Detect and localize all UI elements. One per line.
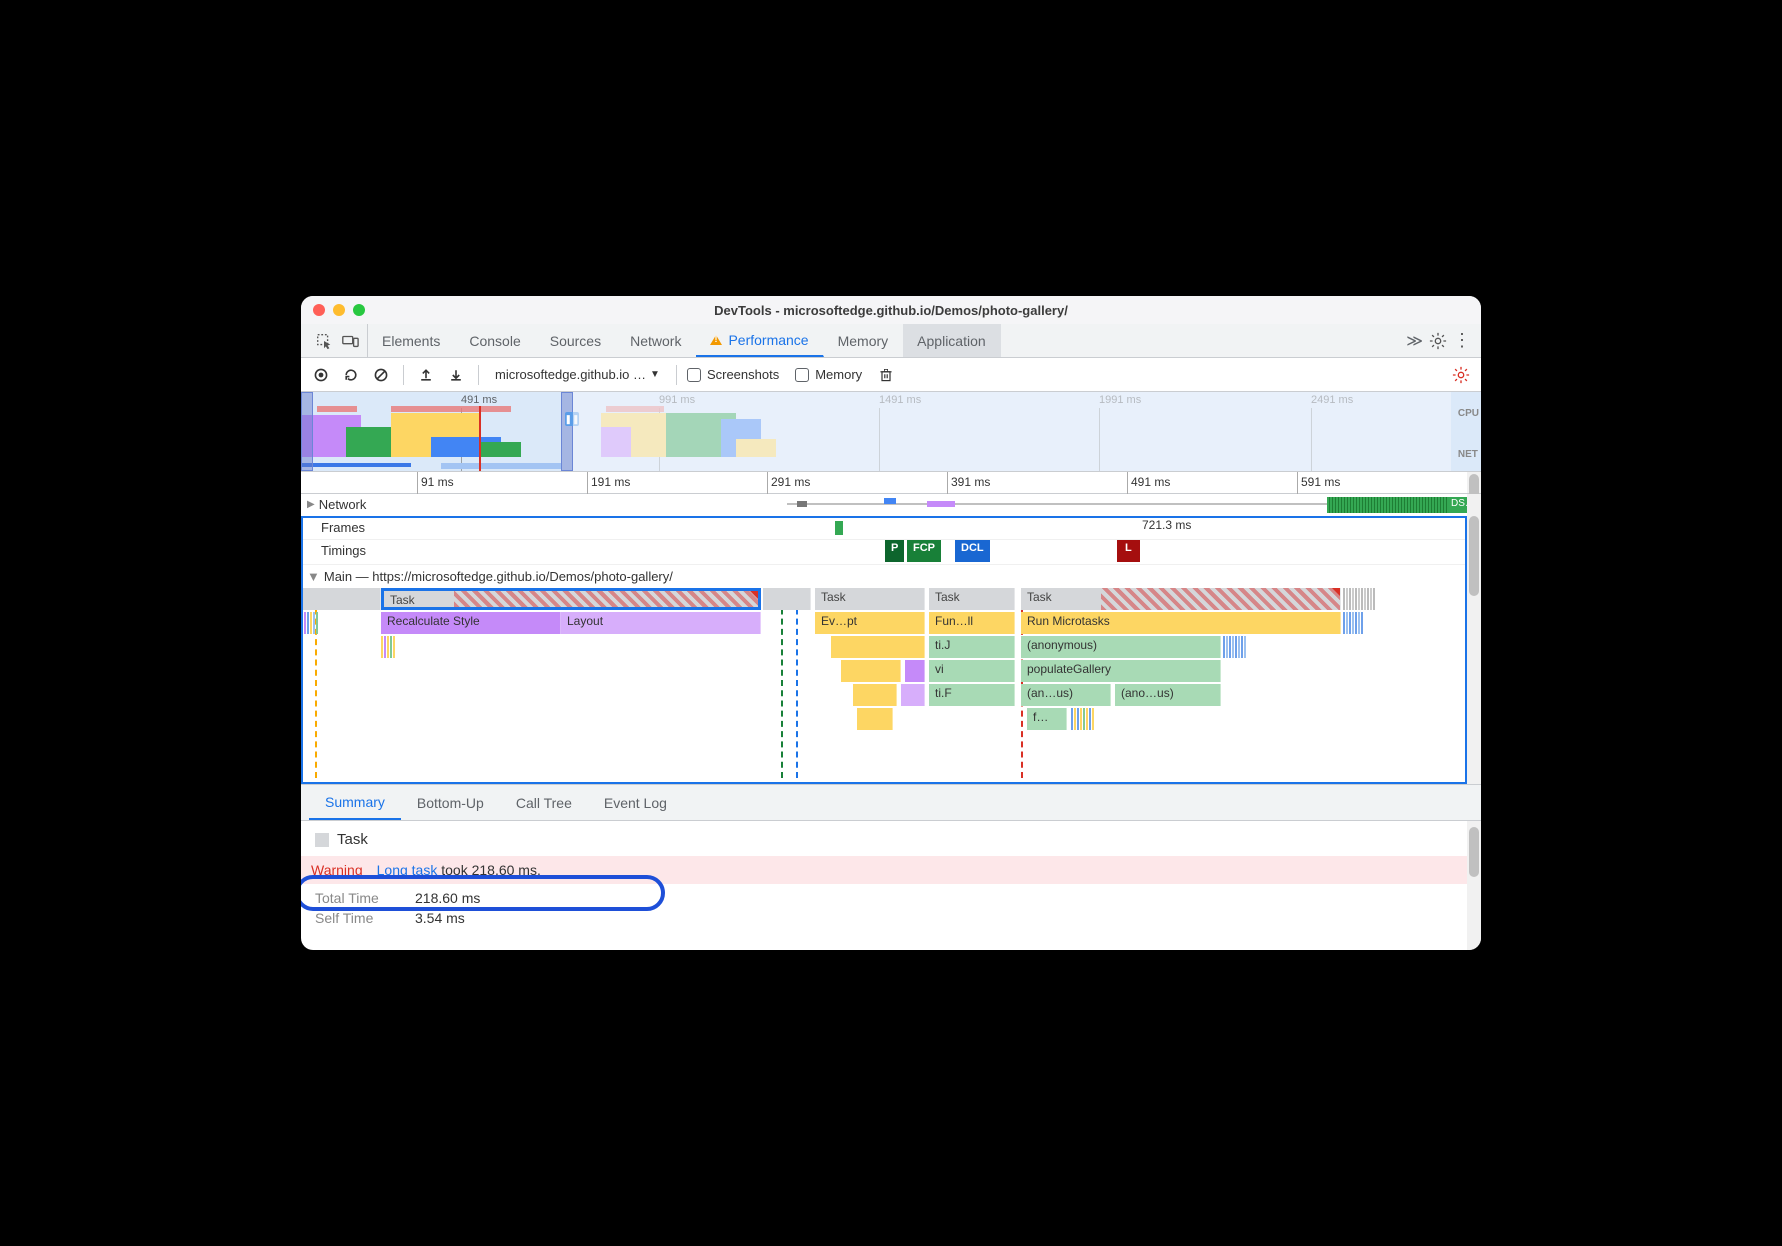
tab-console[interactable]: Console	[455, 324, 535, 357]
perf-settings-icon[interactable]	[1449, 363, 1473, 387]
ruler-291: 291 ms	[771, 475, 810, 489]
btab-summary[interactable]: Summary	[309, 785, 401, 820]
timing-p[interactable]: P	[885, 540, 904, 562]
download-button[interactable]	[444, 363, 468, 387]
perf-toolbar: microsoftedge.github.io … ▼ Screenshots …	[301, 358, 1481, 392]
overview-cursor	[479, 406, 481, 471]
flame-task-selected[interactable]: Task	[381, 588, 761, 610]
more-tabs-icon[interactable]: ≫	[1406, 331, 1423, 351]
ruler-491: 491 ms	[1131, 475, 1170, 489]
ov-tick-491: 491 ms	[461, 394, 497, 406]
tab-network[interactable]: Network	[616, 324, 696, 357]
tab-performance[interactable]: Performance	[696, 324, 823, 357]
flame-tiJ[interactable]: ti.J	[929, 636, 1015, 658]
overview-handle-right[interactable]	[561, 392, 573, 471]
ruler-591: 591 ms	[1301, 475, 1340, 489]
window-title: DevTools - microsoftedge.github.io/Demos…	[301, 303, 1481, 318]
timing-fcp[interactable]: FCP	[907, 540, 941, 562]
flame-micro[interactable]: Run Microtasks	[1021, 612, 1341, 634]
btab-event-log[interactable]: Event Log	[588, 785, 683, 820]
summary-event-name: Task	[337, 831, 368, 848]
flame-funll[interactable]: Fun…ll	[929, 612, 1015, 634]
flame-anous[interactable]: (ano…us)	[1115, 684, 1221, 706]
recording-selector[interactable]: microsoftedge.github.io … ▼	[489, 367, 666, 382]
btab-call-tree[interactable]: Call Tree	[500, 785, 588, 820]
tab-performance-label: Performance	[728, 332, 808, 348]
close-icon[interactable]	[313, 304, 325, 316]
record-button[interactable]	[309, 363, 333, 387]
flame-evpt[interactable]: Ev…pt	[815, 612, 925, 634]
flame-f[interactable]: f…	[1027, 708, 1067, 730]
btab-bottom-up[interactable]: Bottom-Up	[401, 785, 500, 820]
minimize-icon[interactable]	[333, 304, 345, 316]
ruler-91: 91 ms	[421, 475, 454, 489]
self-time-key: Self Time	[315, 910, 401, 926]
device-icon[interactable]	[341, 332, 359, 350]
flame-layout[interactable]: Layout	[561, 612, 761, 634]
devtools-window: DevTools - microsoftedge.github.io/Demos…	[301, 296, 1481, 950]
track-main[interactable]: ▼Main — https://microsoftedge.github.io/…	[301, 565, 1481, 588]
titlebar: DevTools - microsoftedge.github.io/Demos…	[301, 296, 1481, 324]
tab-elements[interactable]: Elements	[368, 324, 455, 357]
kebab-icon[interactable]: ⋮	[1453, 332, 1471, 350]
flame-task-4[interactable]: Task	[1021, 588, 1341, 610]
flame-task-2[interactable]: Task	[815, 588, 925, 610]
flame-populate[interactable]: populateGallery	[1021, 660, 1221, 682]
cpu-label: CPU	[1458, 408, 1479, 419]
memory-checkbox[interactable]: Memory	[795, 367, 862, 382]
warning-icon	[710, 335, 722, 345]
flame-tiF[interactable]: ti.F	[929, 684, 1015, 706]
flame-recalc[interactable]: Recalculate Style	[381, 612, 561, 634]
traffic-lights	[313, 304, 365, 316]
flamechart-area[interactable]: ▶Network DS… Frames Timings 721.3 ms P	[301, 494, 1481, 785]
track-timings[interactable]: Timings	[301, 540, 407, 561]
overview-pane[interactable]: 491 ms 991 ms 1491 ms 1991 ms 2491 ms	[301, 392, 1481, 472]
timing-ms: 721.3 ms	[1142, 518, 1191, 532]
time-ruler[interactable]: 91 ms 191 ms 291 ms 391 ms 491 ms 591 ms	[301, 472, 1481, 494]
flame-vi[interactable]: vi	[929, 660, 1015, 682]
gc-button[interactable]	[874, 363, 898, 387]
recording-url: microsoftedge.github.io …	[495, 367, 646, 382]
flame-anon[interactable]: (anonymous)	[1021, 636, 1221, 658]
track-network[interactable]: ▶Network	[301, 494, 407, 515]
ruler-391: 391 ms	[951, 475, 990, 489]
overview-handle-left[interactable]	[301, 392, 313, 471]
task-color-swatch	[315, 833, 329, 847]
clear-button[interactable]	[369, 363, 393, 387]
tab-sources[interactable]: Sources	[536, 324, 616, 357]
net-label: NET	[1458, 449, 1479, 460]
zoom-icon[interactable]	[353, 304, 365, 316]
ruler-191: 191 ms	[591, 475, 630, 489]
screenshots-checkbox[interactable]: Screenshots	[687, 367, 779, 382]
inspect-icon[interactable]	[315, 332, 333, 350]
upload-button[interactable]	[414, 363, 438, 387]
annotation-callout	[301, 875, 665, 911]
timing-l[interactable]: L	[1117, 540, 1140, 562]
panel-tabs: Elements Console Sources Network Perform…	[301, 324, 1481, 358]
details-tabs: Summary Bottom-Up Call Tree Event Log	[301, 785, 1481, 821]
reload-record-button[interactable]	[339, 363, 363, 387]
flame-task-3[interactable]: Task	[929, 588, 1015, 610]
tab-application[interactable]: Application	[903, 324, 1001, 357]
timing-dcl[interactable]: DCL	[955, 540, 990, 562]
settings-icon[interactable]	[1429, 332, 1447, 350]
track-frames[interactable]: Frames	[301, 517, 407, 538]
self-time-val: 3.54 ms	[415, 910, 465, 926]
tab-memory[interactable]: Memory	[824, 324, 904, 357]
summary-pane: Task Warning Long task took 218.60 ms. T…	[301, 821, 1481, 950]
flame-anus[interactable]: (an…us)	[1021, 684, 1111, 706]
dropdown-icon: ▼	[650, 369, 660, 380]
